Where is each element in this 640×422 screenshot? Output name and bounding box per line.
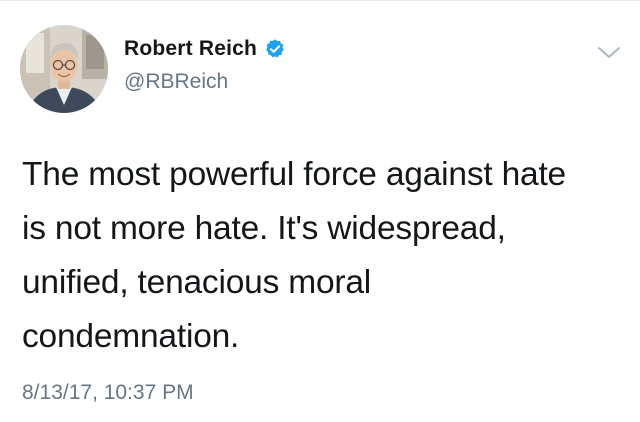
- tweet-timestamp[interactable]: 8/13/17, 10:37 PM: [22, 380, 194, 406]
- author-name-row: Robert Reich: [124, 36, 286, 62]
- author-display-name[interactable]: Robert Reich: [124, 36, 257, 62]
- chevron-down-icon[interactable]: [596, 42, 622, 62]
- author-handle[interactable]: @RBReich: [124, 69, 228, 95]
- avatar[interactable]: [20, 25, 108, 113]
- tweet-text: The most powerful force against hate is …: [22, 156, 566, 355]
- avatar-photo: [20, 25, 108, 113]
- divider: [0, 0, 640, 1]
- tweet-card: Robert Reich @RBReich The most powerful …: [0, 0, 640, 422]
- verified-badge-icon: [264, 38, 286, 60]
